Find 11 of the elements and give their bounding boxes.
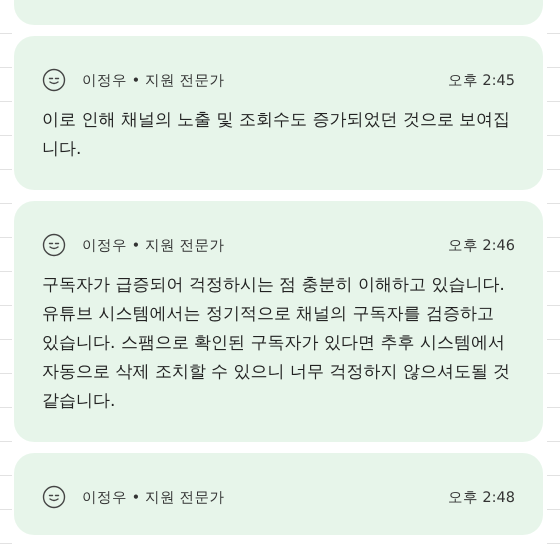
smiley-icon — [42, 485, 66, 509]
author-name: 이정우 • 지원 전문가 — [82, 236, 226, 254]
message-text: 이로 인해 채널의 노출 및 조회수도 증가되었던 것으로 보여집니다. — [42, 109, 512, 161]
smiley-icon — [42, 68, 66, 92]
author-name: 이정우 • 지원 전문가 — [82, 488, 226, 506]
message-text: 구독자가 급증되어 걱정하시는 점 충분히 이해하고 있습니다. 유튜브 시스템에서는 정기적으로 채널의 구독자를 검증하고 있습니다. 스팸으로 확인된 구독자가 있다면 추후 시스템에서 자동으로 삭제 조치할 수 있으니 너무 걱정하지 않으셔도될 것 같습니다. — [42, 274, 512, 413]
smiley-icon — [42, 233, 66, 257]
message-time: 오후 2:46 — [448, 236, 515, 254]
author-name: 이정우 • 지원 전문가 — [82, 72, 226, 90]
message-time: 오후 2:45 — [448, 72, 515, 90]
message-time: 오후 2:48 — [448, 488, 515, 506]
